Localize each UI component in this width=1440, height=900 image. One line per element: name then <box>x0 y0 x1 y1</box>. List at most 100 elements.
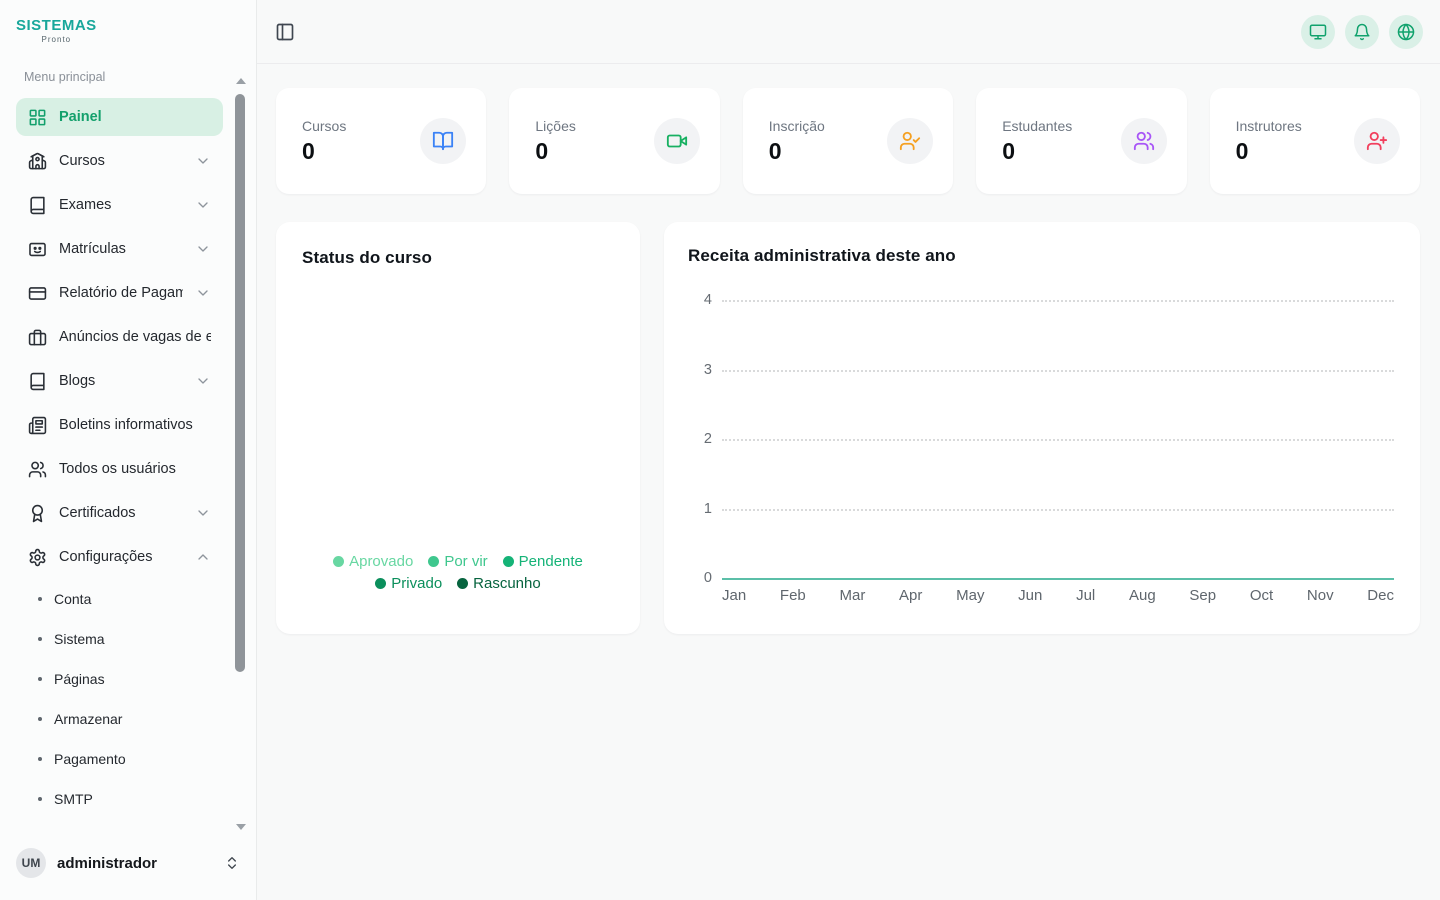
revenue-chart-x-axis: JanFebMarAprMayJunJulAugSepOctNovDec <box>722 587 1394 604</box>
stat-label: Lições <box>535 118 575 134</box>
stat-card-instrutores: Instrutores0 <box>1210 88 1420 194</box>
sidebar-item-exames[interactable]: Exames <box>16 186 223 224</box>
sidebar-item-label: Todos os usuários <box>59 461 176 477</box>
sidebar-subitem-conta[interactable]: Conta <box>16 582 223 616</box>
sidebar-item-matriculas[interactable]: Matrículas <box>16 230 223 268</box>
scroll-down-arrow-icon[interactable] <box>236 824 246 830</box>
x-axis-tick: Sep <box>1189 587 1216 604</box>
stat-text: Lições0 <box>535 118 575 165</box>
globe-icon <box>1397 23 1415 41</box>
revenue-chart-title: Receita administrativa deste ano <box>688 246 1396 266</box>
sidebar-item-certificados[interactable]: Certificados <box>16 494 223 532</box>
chevrons-up-down-icon-slot <box>224 855 240 871</box>
bullet-icon <box>38 637 42 641</box>
sidebar-toggle-button[interactable] <box>275 22 295 42</box>
stat-label: Estudantes <box>1002 118 1072 134</box>
legend-item-rascunho[interactable]: Rascunho <box>457 575 541 592</box>
bullet-icon <box>38 717 42 721</box>
school-icon <box>28 152 47 171</box>
legend-item-privado[interactable]: Privado <box>375 575 442 592</box>
gridline <box>722 439 1394 441</box>
stat-card-estudantes: Estudantes0 <box>976 88 1186 194</box>
book-icon <box>28 196 47 215</box>
avatar: UM <box>16 848 46 878</box>
sidebar-item-cursos[interactable]: Cursos <box>16 142 223 180</box>
sidebar-subitem-smtp[interactable]: SMTP <box>16 782 223 816</box>
sidebar-item-label: Relatório de Pagamento <box>59 285 183 301</box>
credit-card-icon <box>28 284 47 303</box>
legend-item-aprovado[interactable]: Aprovado <box>333 553 413 570</box>
chevron-down-icon <box>195 153 211 169</box>
sidebar-item-anuncios-de-vagas[interactable]: Anúncios de vagas de emp <box>16 318 223 356</box>
chevron-down-icon <box>195 197 211 213</box>
sidebar-item-blogs[interactable]: Blogs <box>16 362 223 400</box>
chevron-down-icon <box>195 153 211 169</box>
award-icon <box>28 504 47 523</box>
legend-label: Por vir <box>444 553 487 570</box>
notifications-button[interactable] <box>1345 15 1379 49</box>
sidebar-subitem-pagamento[interactable]: Pagamento <box>16 742 223 776</box>
scroll-up-arrow-icon[interactable] <box>236 78 246 84</box>
legend-item-pendente[interactable]: Pendente <box>503 553 583 570</box>
x-axis-tick: Jan <box>722 587 746 604</box>
chevron-down-icon <box>195 241 211 257</box>
sidebar-subitem-sistema[interactable]: Sistema <box>16 622 223 656</box>
users-icon <box>1121 118 1167 164</box>
menu-section-label: Menu principal <box>0 70 256 84</box>
x-axis-tick: Dec <box>1367 587 1394 604</box>
sidebar-subitem-armazenar[interactable]: Armazenar <box>16 702 223 736</box>
sidebar-subitem-label: SMTP <box>54 791 93 807</box>
sidebar-subitem-paginas[interactable]: Páginas <box>16 662 223 696</box>
stat-value: 0 <box>302 138 346 165</box>
sidebar-item-painel[interactable]: Painel <box>16 98 223 136</box>
user-plus-icon <box>1354 118 1400 164</box>
sidebar-scrollbar[interactable] <box>235 78 245 830</box>
sidebar-subitem-label: Armazenar <box>54 711 122 727</box>
course-status-card: Status do curso AprovadoPor virPendenteP… <box>276 222 640 634</box>
sidebar-subitem-label: Sistema <box>54 631 105 647</box>
sidebar-item-boletins-informativos[interactable]: Boletins informativos <box>16 406 223 444</box>
bullet-icon <box>38 597 42 601</box>
stat-label: Inscrição <box>769 118 825 134</box>
revenue-chart-plot: 43210 <box>688 300 1396 578</box>
sidebar-item-label: Boletins informativos <box>59 417 193 433</box>
stat-card-inscricao: Inscrição 0 <box>743 88 953 194</box>
scrollbar-thumb[interactable] <box>235 94 245 672</box>
x-axis-tick: Nov <box>1307 587 1334 604</box>
sidebar-item-configuracoes[interactable]: Configurações <box>16 538 223 576</box>
newspaper-icon <box>28 416 47 435</box>
bullet-icon <box>38 757 42 761</box>
chevrons-up-down-icon <box>224 855 240 871</box>
gridline <box>722 370 1394 372</box>
course-status-legend: Aprovado Por vir Pendente Privado Rascunho <box>302 553 614 592</box>
sidebar-item-relatorio-de-pagamento[interactable]: Relatório de Pagamento <box>16 274 223 312</box>
legend-label: Privado <box>391 575 442 592</box>
legend-dot-icon <box>457 578 468 589</box>
sidebar-nav: Painel Cursos Exames Matrículas Relatório de… <box>0 84 256 822</box>
x-axis-tick: May <box>956 587 984 604</box>
legend-label: Pendente <box>519 553 583 570</box>
settings-icon <box>28 548 47 567</box>
sidebar-item-label: Certificados <box>59 505 136 521</box>
settings-icon <box>28 548 47 567</box>
legend-item-por-vir[interactable]: Por vir <box>428 553 487 570</box>
display-button[interactable] <box>1301 15 1335 49</box>
stat-value: 0 <box>769 138 825 165</box>
credit-card-icon <box>28 284 47 303</box>
id-card-icon <box>28 240 47 259</box>
legend-dot-icon <box>375 578 386 589</box>
language-button[interactable] <box>1389 15 1423 49</box>
main-area: Cursos0Lições0Inscrição0Estudantes0Instr… <box>257 0 1440 900</box>
sidebar-item-todos-os-usuarios[interactable]: Todos os usuários <box>16 450 223 488</box>
revenue-series-line <box>722 578 1394 580</box>
x-axis-tick: Oct <box>1250 587 1273 604</box>
user-menu[interactable]: UM administrador <box>0 834 256 900</box>
sidebar-subitem-label: Conta <box>54 591 91 607</box>
y-axis-tick: 4 <box>688 292 712 308</box>
panel-left-icon <box>275 22 295 42</box>
stats-row: Cursos0Lições0Inscrição0Estudantes0Instr… <box>276 88 1420 194</box>
app-logo: SISTEMAS Pronto <box>0 0 97 44</box>
briefcase-icon <box>28 328 47 347</box>
school-icon <box>28 152 47 171</box>
sidebar-item-label: Exames <box>59 197 111 213</box>
